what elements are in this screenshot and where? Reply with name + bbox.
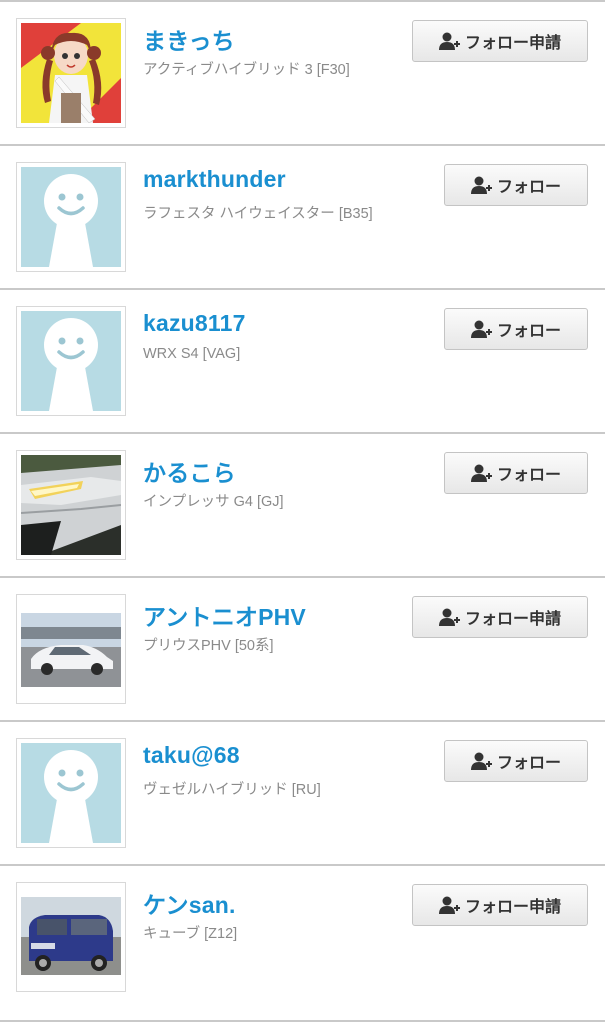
add-user-icon <box>470 463 493 483</box>
list-item[interactable]: まきっち アクティブハイブリッド 3 [F30] フォロー申請 <box>0 0 605 144</box>
add-user-icon <box>470 319 493 339</box>
follow-request-button[interactable]: フォロー申請 <box>412 596 588 638</box>
follow-button[interactable]: フォロー <box>444 452 588 494</box>
list-item[interactable]: markthunder ラフェスタ ハイウェイスター [B35] フォロー <box>0 144 605 288</box>
anime-illustration-avatar <box>21 23 121 123</box>
car-headlight-photo <box>21 455 121 555</box>
default-avatar <box>21 311 121 411</box>
user-name[interactable]: かるこら <box>143 454 236 488</box>
avatar[interactable] <box>16 738 126 848</box>
car-model[interactable]: アクティブハイブリッド 3 [F30] <box>143 58 350 79</box>
user-name[interactable]: まきっち <box>143 22 235 56</box>
user-name[interactable]: アントニオPHV <box>143 598 306 632</box>
button-label: フォロー <box>496 179 561 196</box>
car-model[interactable]: プリウスPHV [50系] <box>143 634 274 655</box>
follow-request-button[interactable]: フォロー申請 <box>412 20 588 62</box>
default-avatar <box>21 743 121 843</box>
add-user-icon <box>438 607 461 627</box>
user-name[interactable]: kazu8117 <box>143 310 246 337</box>
car-model[interactable]: WRX S4 [VAG] <box>143 346 240 362</box>
follow-button[interactable]: フォロー <box>444 740 588 782</box>
follow-button[interactable]: フォロー <box>444 308 588 350</box>
car-model[interactable]: ラフェスタ ハイウェイスター [B35] <box>143 202 373 223</box>
list-item[interactable]: kazu8117 WRX S4 [VAG] フォロー <box>0 288 605 432</box>
list-item[interactable]: かるこら インプレッサ G4 [GJ] フォロー <box>0 432 605 576</box>
add-user-icon <box>470 751 493 771</box>
blue-car-photo <box>21 887 121 987</box>
button-label: フォロー申請 <box>464 899 561 916</box>
divider <box>0 1020 605 1022</box>
avatar[interactable] <box>16 162 126 272</box>
button-label: フォロー <box>496 755 561 772</box>
car-model[interactable]: ヴェゼルハイブリッド [RU] <box>143 778 321 799</box>
add-user-icon <box>438 895 461 915</box>
add-user-icon <box>438 31 461 51</box>
avatar[interactable] <box>16 450 126 560</box>
button-label: フォロー <box>496 323 561 340</box>
user-name[interactable]: taku@68 <box>143 742 240 769</box>
list-item[interactable]: taku@68 ヴェゼルハイブリッド [RU] フォロー <box>0 720 605 864</box>
follow-request-button[interactable]: フォロー申請 <box>412 884 588 926</box>
avatar[interactable] <box>16 18 126 128</box>
avatar[interactable] <box>16 594 126 704</box>
avatar[interactable] <box>16 306 126 416</box>
button-label: フォロー申請 <box>464 35 561 52</box>
follow-button[interactable]: フォロー <box>444 164 588 206</box>
button-label: フォロー <box>496 467 561 484</box>
user-name[interactable]: markthunder <box>143 166 286 193</box>
list-item[interactable]: ケンsan. キューブ [Z12] フォロー申請 <box>0 864 605 1008</box>
user-name[interactable]: ケンsan. <box>143 886 236 920</box>
avatar[interactable] <box>16 882 126 992</box>
button-label: フォロー申請 <box>464 611 561 628</box>
add-user-icon <box>470 175 493 195</box>
car-model[interactable]: インプレッサ G4 [GJ] <box>143 490 284 511</box>
user-list: まきっち アクティブハイブリッド 3 [F30] フォロー申請 markthun… <box>0 0 605 1008</box>
list-item[interactable]: アントニオPHV プリウスPHV [50系] フォロー申請 <box>0 576 605 720</box>
white-car-photo <box>21 599 121 699</box>
car-model[interactable]: キューブ [Z12] <box>143 922 237 943</box>
default-avatar <box>21 167 121 267</box>
